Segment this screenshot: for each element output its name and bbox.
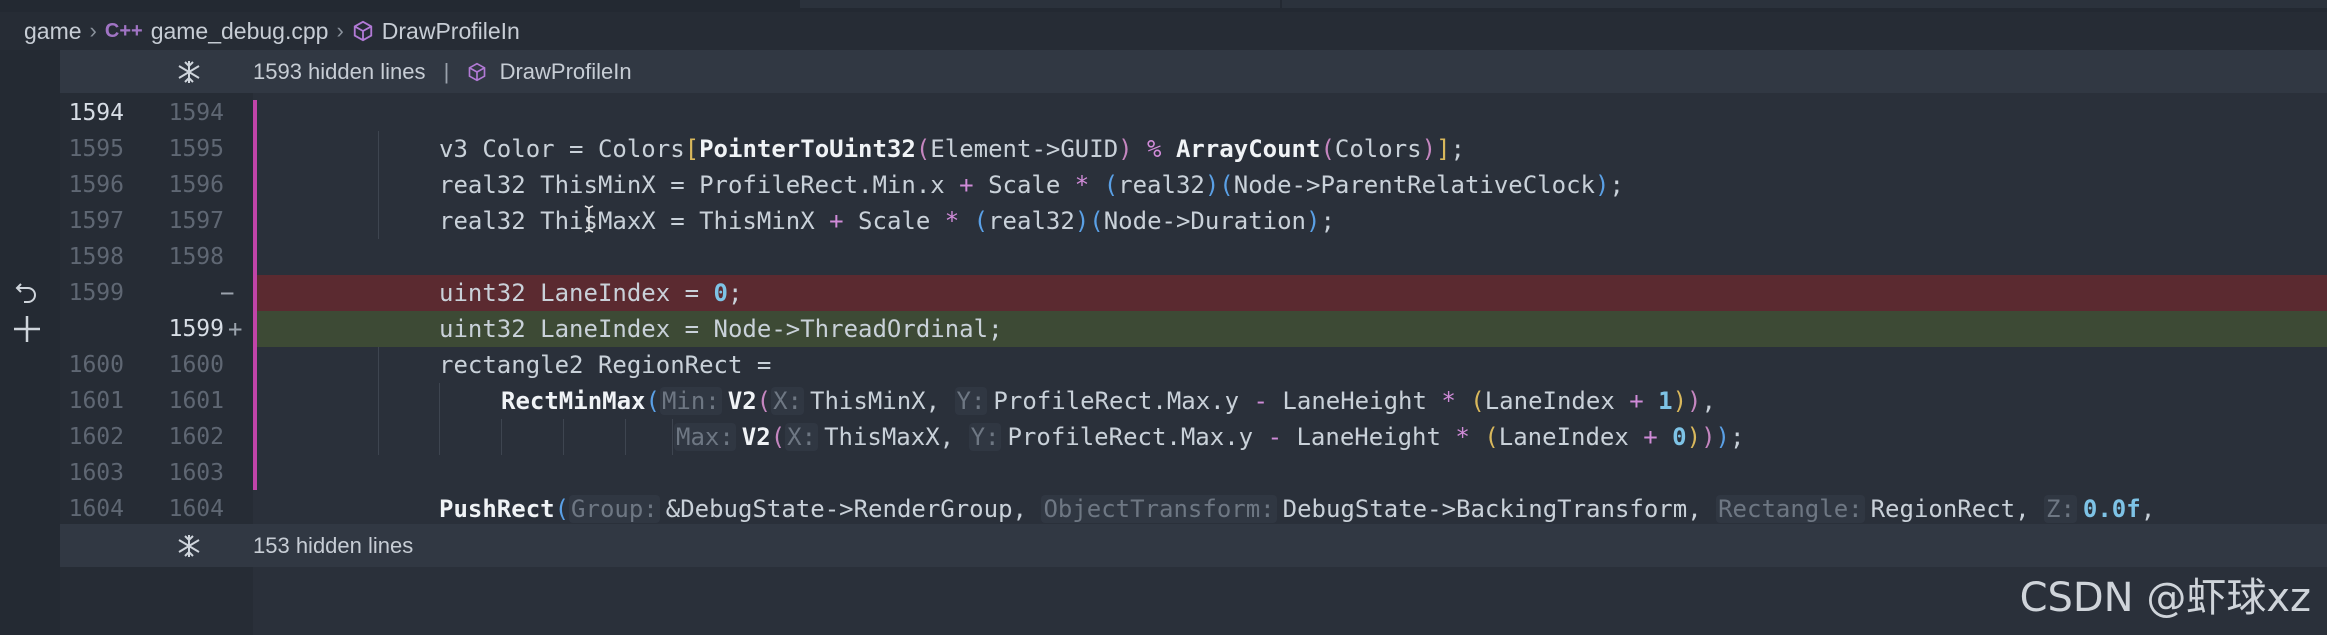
deleted-code-line: 1599 − uint32 LaneIndex = 0; xyxy=(60,275,2327,311)
line-number-original: 1594 xyxy=(68,100,124,126)
indent-guide xyxy=(439,383,440,419)
chevron-right-icon: › xyxy=(336,18,344,43)
line-number-original: 1602 xyxy=(68,424,124,450)
chevron-right-icon: › xyxy=(89,18,97,43)
line-number-modified: 1595 xyxy=(168,136,224,162)
top-strip xyxy=(0,0,2327,12)
code-line: 1597 1597 real32 ThisMaxX = ThisMinX + S… xyxy=(60,203,2327,239)
line-number-modified: 1602 xyxy=(168,424,224,450)
hidden-lines-fold-top[interactable]: 1593 hidden lines | DrawProfileIn xyxy=(60,50,2327,93)
code-text[interactable]: uint32 LaneIndex = 0; xyxy=(439,275,742,311)
line-number-original: 1604 xyxy=(68,496,124,522)
line-number-original: 1599 xyxy=(68,280,124,306)
hidden-lines-count[interactable]: 153 hidden lines xyxy=(253,533,413,559)
indent-guide xyxy=(378,167,379,203)
breadcrumb: game › C++ game_debug.cpp › DrawProfileI… xyxy=(0,12,2327,50)
code-line: 1600 1600 rectangle2 RegionRect = xyxy=(60,347,2327,383)
indent-guide xyxy=(378,419,379,455)
line-number-original: 1597 xyxy=(68,208,124,234)
line-number-original: 1596 xyxy=(68,172,124,198)
code-text[interactable]: PushRect(Group: &DebugState->RenderGroup,… xyxy=(439,491,2155,527)
tab-strip-segment xyxy=(800,0,1280,8)
line-number-original: 1603 xyxy=(68,460,124,486)
line-number-modified: 1600 xyxy=(168,352,224,378)
line-number-modified: 1603 xyxy=(168,460,224,486)
line-number-original: 1598 xyxy=(68,244,124,270)
line-number-modified: 1594 xyxy=(168,100,224,126)
change-indicator-bar xyxy=(253,100,257,490)
tab-strip-segment xyxy=(1282,0,2327,8)
code-text[interactable]: v3 Color = Colors[PointerToUint32(Elemen… xyxy=(439,131,1465,167)
code-text[interactable]: real32 ThisMinX = ProfileRect.Min.x + Sc… xyxy=(439,167,1624,203)
line-number-modified: 1601 xyxy=(168,388,224,414)
breadcrumb-symbol[interactable]: DrawProfileIn xyxy=(382,18,520,45)
unfold-icon[interactable] xyxy=(175,532,203,560)
fold-symbol-name[interactable]: DrawProfileIn xyxy=(500,59,632,84)
hidden-lines-fold-bottom[interactable]: 153 hidden lines xyxy=(60,524,2327,567)
stage-change-icon[interactable] xyxy=(10,312,44,346)
line-number-modified: 1598 xyxy=(168,244,224,270)
indent-guide xyxy=(625,419,626,455)
indent-guide xyxy=(378,131,379,167)
indent-guide xyxy=(378,203,379,239)
code-line: 1595 1595 v3 Color = Colors[PointerToUin… xyxy=(60,131,2327,167)
line-number-original: 1595 xyxy=(68,136,124,162)
revert-change-icon[interactable] xyxy=(12,278,42,308)
line-number-modified: 1596 xyxy=(168,172,224,198)
breadcrumb-folder[interactable]: game xyxy=(24,18,82,45)
indent-guide xyxy=(439,419,440,455)
indent-guide xyxy=(378,383,379,419)
unfold-icon[interactable] xyxy=(175,58,203,86)
code-line: 1598 1598 xyxy=(60,239,2327,275)
code-line: 1596 1596 real32 ThisMinX = ProfileRect.… xyxy=(60,167,2327,203)
code-text[interactable]: real32 ThisMaxX = ThisMinX + Scale * (re… xyxy=(439,203,1335,239)
text-cursor-icon xyxy=(584,205,594,233)
code-text[interactable]: RectMinMax(Min: V2(X: ThisMinX, Y: ProfileR… xyxy=(501,383,1716,419)
indent-guide xyxy=(563,419,564,455)
added-code-line: 1599 + uint32 LaneIndex = Node->ThreadOr… xyxy=(60,311,2327,347)
code-text[interactable]: rectangle2 RegionRect = xyxy=(439,347,771,383)
breadcrumb-file[interactable]: game_debug.cpp xyxy=(151,18,329,45)
watermark: CSDN @虾球xz xyxy=(2019,575,2311,621)
symbol-method-icon xyxy=(353,20,372,42)
hidden-lines-label: 1593 hidden lines | DrawProfileIn xyxy=(253,59,632,85)
code-line: 1602 1602 Max: V2(X: ThisMaxX, Y: ProfileRe… xyxy=(60,419,2327,455)
code-line: 1604 1604 PushRect(Group: &DebugState->Re… xyxy=(60,491,2327,527)
divider: | xyxy=(443,58,450,84)
added-marker: + xyxy=(228,315,243,343)
code-text[interactable]: Max: V2(X: ThisMaxX, Y: ProfileRect.Max.y -… xyxy=(674,419,1744,455)
symbol-method-icon xyxy=(469,62,486,81)
code-line: 1594 1594 xyxy=(60,95,2327,131)
indent-guide xyxy=(501,419,502,455)
line-number-modified: 1597 xyxy=(168,208,224,234)
cpp-file-icon: C++ xyxy=(104,19,143,42)
line-number-original: 1601 xyxy=(68,388,124,414)
code-line: 1603 1603 xyxy=(60,455,2327,491)
line-number-original: 1600 xyxy=(68,352,124,378)
indent-guide xyxy=(672,419,673,455)
indent-guide xyxy=(378,347,379,383)
hidden-lines-count[interactable]: 1593 hidden lines xyxy=(253,59,425,84)
line-number-modified: 1604 xyxy=(168,496,224,522)
code-line: 1601 1601 RectMinMax(Min: V2(X: ThisMinX, … xyxy=(60,383,2327,419)
removed-marker: − xyxy=(220,279,235,307)
code-text[interactable]: uint32 LaneIndex = Node->ThreadOrdinal; xyxy=(439,311,1003,347)
line-number-modified: 1599 xyxy=(168,316,224,342)
